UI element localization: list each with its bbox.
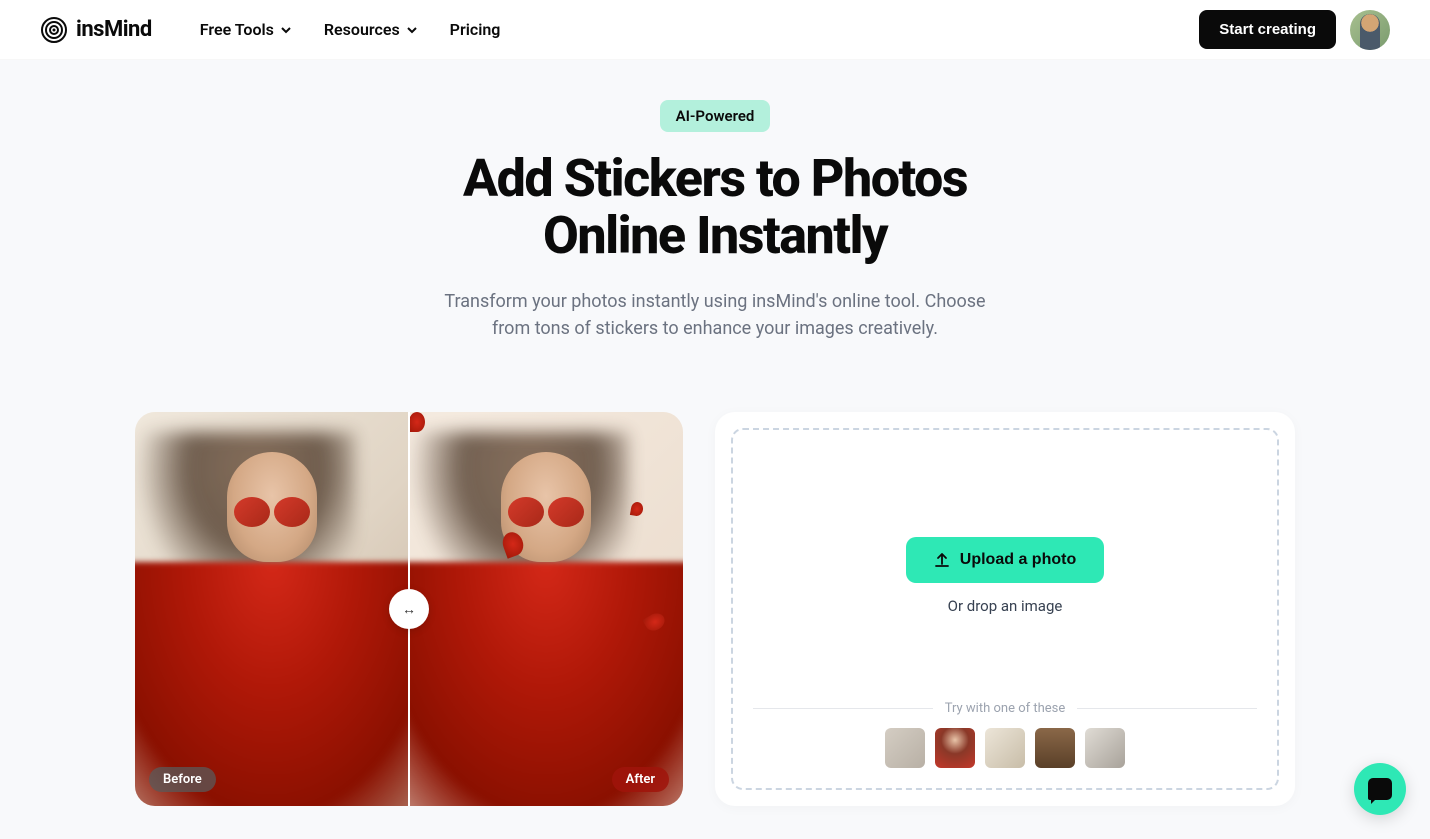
comparison-slider-handle[interactable]: ↔ [389, 589, 429, 629]
upload-panel: Upload a photo Or drop an image Try with… [715, 412, 1295, 806]
nav-pricing[interactable]: Pricing [450, 20, 501, 39]
slider-arrows-icon: ↔ [402, 601, 416, 618]
hero-section: AI-Powered Add Stickers to Photos Online… [0, 60, 1430, 372]
page-subtitle: Transform your photos instantly using in… [425, 288, 1005, 342]
logo[interactable]: insMind [40, 16, 152, 44]
after-label: After [612, 767, 669, 792]
chat-widget[interactable] [1354, 763, 1406, 815]
page-title: Add Stickers to Photos Online Instantly [20, 150, 1410, 264]
sample-thumb-2[interactable] [935, 728, 975, 768]
nav-resources[interactable]: Resources [324, 20, 418, 39]
title-line-2: Online Instantly [543, 205, 887, 266]
after-side [409, 412, 683, 806]
samples-divider: Try with one of these [753, 701, 1257, 716]
sample-thumb-5[interactable] [1085, 728, 1125, 768]
title-line-1: Add Stickers to Photos [463, 148, 967, 209]
samples-section: Try with one of these [753, 701, 1257, 768]
start-creating-button[interactable]: Start creating [1199, 10, 1336, 49]
chevron-down-icon [280, 24, 292, 36]
dropzone-main: Upload a photo Or drop an image [753, 450, 1257, 701]
content-row: ↔ Before After Upload a photo Or drop an… [115, 412, 1315, 806]
nav-resources-label: Resources [324, 20, 400, 39]
nav-free-tools[interactable]: Free Tools [200, 20, 292, 39]
brand-name: insMind [76, 17, 152, 42]
before-label: Before [149, 767, 216, 792]
header: insMind Free Tools Resources Pricing Sta… [0, 0, 1430, 60]
dropzone[interactable]: Upload a photo Or drop an image Try with… [731, 428, 1279, 790]
avatar[interactable] [1350, 10, 1390, 50]
drop-text: Or drop an image [948, 597, 1063, 615]
sample-thumb-1[interactable] [885, 728, 925, 768]
logo-icon [40, 16, 68, 44]
chat-icon [1368, 778, 1392, 800]
chevron-down-icon [406, 24, 418, 36]
comparison-widget[interactable]: ↔ Before After [135, 412, 683, 806]
nav-free-tools-label: Free Tools [200, 20, 274, 39]
samples-label: Try with one of these [945, 701, 1066, 716]
before-side [135, 412, 409, 806]
upload-button[interactable]: Upload a photo [906, 537, 1104, 583]
sample-thumb-4[interactable] [1035, 728, 1075, 768]
main-nav: Free Tools Resources Pricing [200, 20, 501, 39]
sample-thumb-3[interactable] [985, 728, 1025, 768]
upload-icon [934, 552, 950, 568]
ai-powered-badge: AI-Powered [660, 100, 771, 132]
header-right: Start creating [1199, 10, 1390, 50]
upload-button-label: Upload a photo [960, 551, 1076, 569]
nav-pricing-label: Pricing [450, 20, 501, 39]
samples-row [753, 728, 1257, 768]
